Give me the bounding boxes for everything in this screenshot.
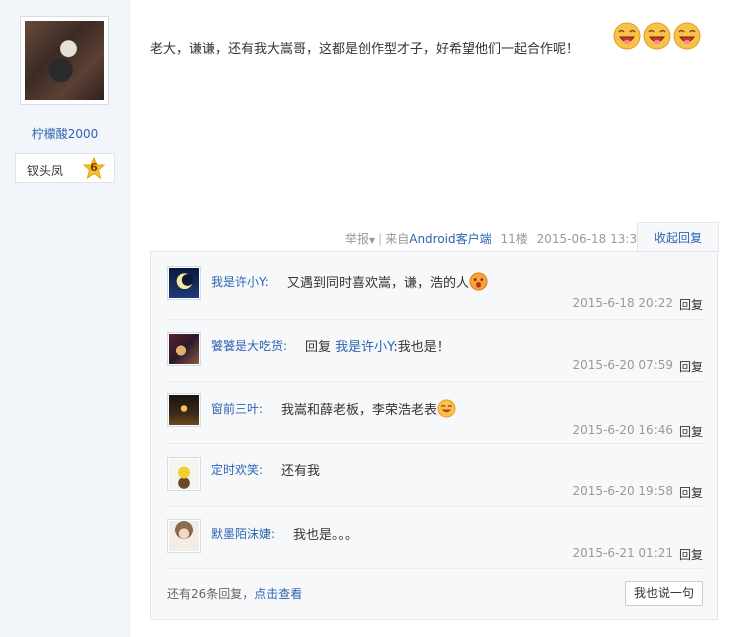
reply-text: 又遇到同时喜欢嵩，谦，浩的人 [287,272,488,291]
divider: | [378,232,383,246]
reply-text: 还有我 [281,464,321,479]
post-content: 老大，谦谦，还有我大嵩哥，这都是创作型才子，好希望他们一起合作呢！ [150,42,580,57]
reply-text: 回复 我是许小Y:我也是！ [305,336,450,355]
reply-username[interactable]: 窗前三叶: [211,400,263,417]
list-item: 窗前三叶: 我嵩和薛老板，李荣浩老表 2015-6-20 16:46 回复 [167,382,703,444]
author-username[interactable]: 柠檬酸2000 [0,125,130,142]
reply-body: 我嵩和薛老板，李荣浩老表 [281,403,438,418]
floor-number: 11楼 [500,232,528,246]
view-more-link[interactable]: 点击查看 [254,587,302,601]
reply-time: 2015-6-20 19:58 [572,484,674,498]
reply-username[interactable]: 默墨陌沫婕: [211,525,275,542]
write-reply-button[interactable]: 我也说一句 [625,581,703,606]
laughing-face-icon [613,22,641,50]
reply-avatar[interactable] [167,393,201,427]
post-time: 2015-06-18 13:37 [536,232,645,246]
badge-level-number: 6 [90,161,98,174]
source-prefix: 来自 [385,232,410,246]
reply-avatar[interactable] [167,457,201,491]
reply-username[interactable]: 饕饕是大吃货: [211,337,287,354]
reply-action-link[interactable]: 回复 [679,296,703,313]
list-item: 默墨陌沫婕: 我也是。。。 2015-6-21 01:21 回复 [167,507,703,569]
reply-prefix: 回复 [305,340,336,355]
reply-list: 我是许小Y: 又遇到同时喜欢嵩，谦，浩的人 2015-6-18 20:22 回复… [150,251,718,620]
reply-body: :我也是！ [393,340,450,355]
badge-title: 钗头凤 [27,164,64,178]
author-sidebar: 柠檬酸2000 钗头凤 6 [0,0,130,637]
list-item: 我是许小Y: 又遇到同时喜欢嵩，谦，浩的人 2015-6-18 20:22 回复 [167,252,703,320]
collapse-replies-button[interactable]: 收起回复 [637,222,719,252]
source-client-link[interactable]: Android客户端 [409,232,491,246]
report-link[interactable]: 举报 [345,232,369,246]
reply-time: 2015-6-20 07:59 [572,358,674,372]
laughing-face-icon [643,22,671,50]
reply-username[interactable]: 我是许小Y: [211,273,269,290]
reply-username[interactable]: 定时欢笑: [211,461,263,478]
reply-avatar[interactable] [167,332,201,366]
reply-time: 2015-6-18 20:22 [572,296,674,310]
report-dropdown-icon[interactable]: ▼ [369,236,375,245]
reply-avatar[interactable] [167,266,201,300]
reply-time: 2015-6-21 01:21 [572,546,674,560]
reply-action-link[interactable]: 回复 [679,358,703,375]
author-avatar[interactable] [25,21,104,100]
reply-action-link[interactable]: 回复 [679,423,703,440]
member-badge[interactable]: 钗头凤 6 [15,153,115,183]
author-avatar-frame[interactable] [20,16,109,105]
reply-text: 我嵩和薛老板，李荣浩老表 [281,399,456,418]
mentioned-user-link[interactable]: 我是许小Y [335,340,393,355]
surprised-face-icon [469,272,488,291]
reply-text: 我也是。。。 [293,528,359,543]
laughing-face-icon [673,22,701,50]
level-star-icon: 6 [82,156,106,181]
list-item: 饕饕是大吃货: 回复 我是许小Y:我也是！ 2015-6-20 07:59 回复 [167,320,703,382]
reply-action-link[interactable]: 回复 [679,484,703,501]
more-replies-count: 还有26条回复， [167,587,255,601]
list-item: 定时欢笑: 还有我 2015-6-20 19:58 回复 [167,444,703,507]
grinning-face-icon [437,399,456,418]
reply-action-link[interactable]: 回复 [679,546,703,563]
post-meta: 举报▼ | 来自Android客户端 11楼 2015-06-18 13:37 [345,230,645,246]
reply-body: 又遇到同时喜欢嵩，谦，浩的人 [287,276,470,291]
reply-avatar[interactable] [167,519,201,553]
reply-time: 2015-6-20 16:46 [572,423,674,437]
more-replies: 还有26条回复，点击查看 [167,585,302,602]
